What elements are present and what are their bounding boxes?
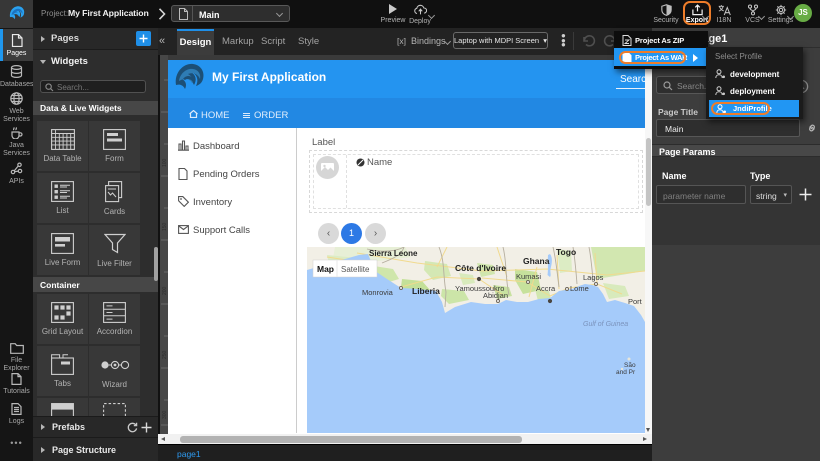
svg-text:Sierra Leone: Sierra Leone (369, 249, 418, 258)
svg-text:São: São (624, 362, 636, 369)
svg-text:Côte d'Ivoire: Côte d'Ivoire (455, 263, 506, 273)
svg-text:Monrovia: Monrovia (362, 288, 394, 297)
svg-text:Togo: Togo (556, 247, 576, 257)
svg-text:Kumasi: Kumasi (516, 272, 541, 281)
svg-text:Liberia: Liberia (412, 286, 440, 296)
svg-text:Lagos: Lagos (583, 273, 604, 282)
svg-text:Map: Map (317, 264, 334, 274)
svg-text:Ghana: Ghana (523, 256, 550, 266)
svg-text:Accra: Accra (536, 284, 556, 293)
svg-text:Lome: Lome (570, 284, 589, 293)
svg-text:Gulf of Guinea: Gulf of Guinea (583, 321, 628, 328)
svg-text:and Pr: and Pr (616, 369, 636, 376)
svg-text:Port: Port (628, 297, 643, 306)
svg-text:Abidjan: Abidjan (483, 291, 508, 300)
svg-text:Satellite: Satellite (341, 265, 370, 274)
